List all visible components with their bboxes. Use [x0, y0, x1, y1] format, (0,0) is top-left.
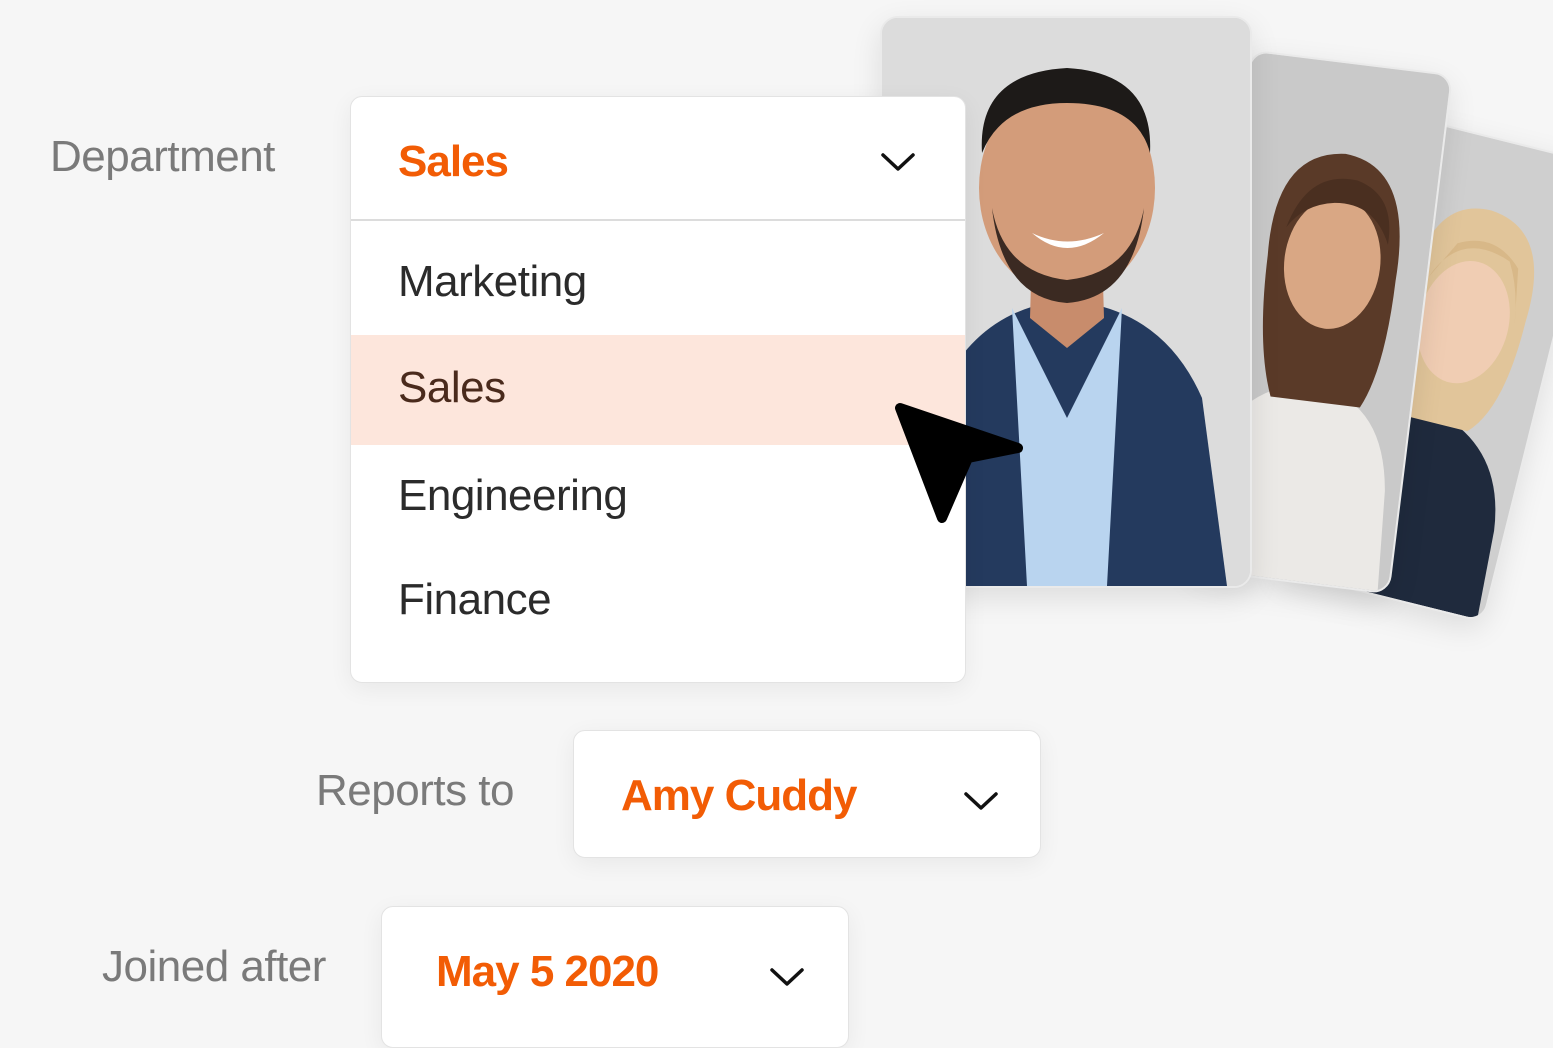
department-option-sales[interactable]: Sales — [351, 335, 965, 445]
department-option-finance[interactable]: Finance — [351, 549, 965, 653]
department-option-marketing[interactable]: Marketing — [351, 231, 965, 335]
department-selected-value: Sales — [398, 137, 509, 186]
cursor-arrow-icon — [890, 398, 1030, 533]
joined-after-selected-value: May 5 2020 — [436, 947, 659, 996]
joined-after-select[interactable]: May 5 2020 — [381, 906, 849, 1048]
chevron-down-icon[interactable] — [964, 791, 998, 811]
chevron-down-icon[interactable] — [881, 152, 915, 172]
option-label: Sales — [398, 363, 506, 412]
department-select[interactable]: Sales — [351, 97, 965, 221]
department-option-engineering[interactable]: Engineering — [351, 445, 965, 549]
chevron-down-icon[interactable] — [770, 967, 804, 987]
option-label: Marketing — [398, 257, 587, 306]
joined-after-label: Joined after — [102, 942, 326, 991]
reports-to-label: Reports to — [316, 766, 514, 815]
reports-to-selected-value: Amy Cuddy — [621, 771, 857, 820]
option-label: Finance — [398, 575, 552, 624]
department-label: Department — [50, 132, 275, 181]
reports-to-select[interactable]: Amy Cuddy — [573, 730, 1041, 858]
option-label: Engineering — [398, 471, 628, 520]
department-dropdown[interactable]: Sales Marketing Sales Engineering Financ… — [350, 96, 966, 683]
